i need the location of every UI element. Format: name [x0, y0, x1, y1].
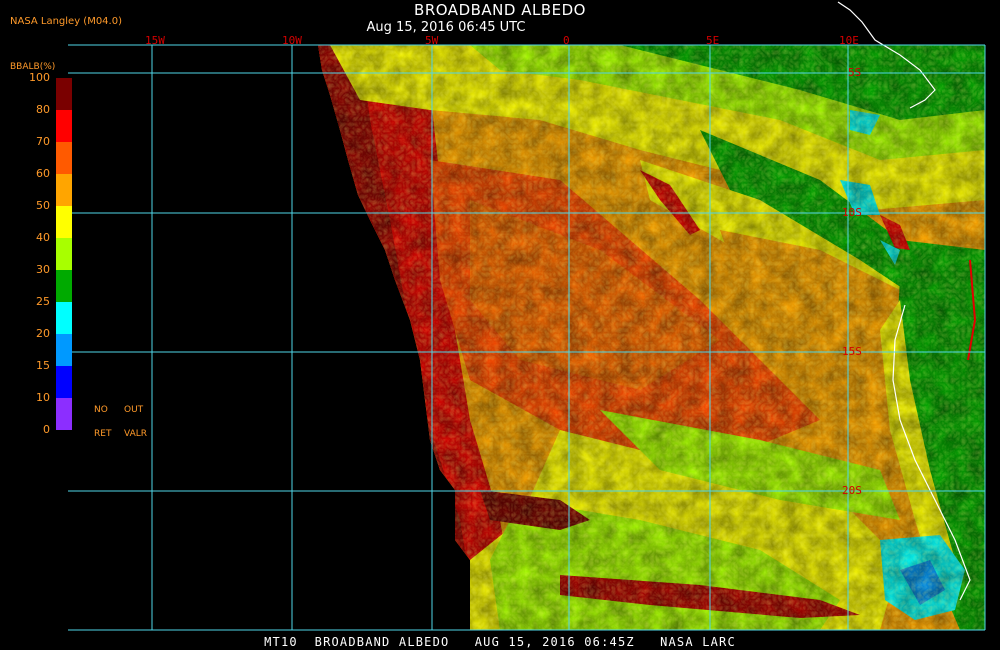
colorbar-segment	[56, 366, 72, 398]
no-retrieval-label-1: NO	[94, 405, 108, 415]
colorbar-segment	[56, 302, 72, 334]
colorbar-tick-label: 70	[36, 135, 50, 148]
no-retrieval-label-2: RET	[94, 429, 112, 439]
colorbar-tick-label: 40	[36, 231, 50, 244]
colorbar-segment	[56, 334, 72, 366]
colorbar-tick-label: 15	[36, 359, 50, 372]
colorbar-tick-label: 0	[43, 423, 50, 436]
lon-label-5e: 5E	[706, 34, 720, 47]
colorbar-tick-label: 50	[36, 199, 50, 212]
lat-label-5s: 5S	[848, 66, 862, 79]
colorbar-tick-label: 30	[36, 263, 50, 276]
colorbar-segment	[56, 142, 72, 174]
colorbar-tick-label: 20	[36, 327, 50, 340]
out-of-range-label-2: VALR	[124, 429, 148, 439]
lat-label-20s: 20S	[842, 484, 862, 497]
colorbar	[56, 78, 72, 430]
lon-label-5w: 5W	[425, 34, 439, 47]
lat-label-15s: 15S	[842, 345, 862, 358]
colorbar-segment	[56, 174, 72, 206]
footer-caption: MT10 BROADBAND ALBEDO AUG 15, 2016 06:45…	[264, 635, 736, 649]
colorbar-tick-label: 100	[29, 71, 50, 84]
lon-label-10w: 10W	[282, 34, 302, 47]
colorbar-segment	[56, 270, 72, 302]
albedo-map	[68, 1, 986, 631]
colorbar-segment	[56, 78, 72, 110]
colorbar-segment	[56, 206, 72, 238]
colorbar-tick-label: 80	[36, 103, 50, 116]
out-of-range-label-1: OUT	[124, 405, 144, 415]
lon-label-15w: 15W	[145, 34, 165, 47]
colorbar-tick-label: 60	[36, 167, 50, 180]
colorbar-tick-label: 25	[36, 295, 50, 308]
colorbar-segment	[56, 238, 72, 270]
map-timestamp: Aug 15, 2016 06:45 UTC	[366, 20, 526, 35]
colorbar-tick-label: 10	[36, 391, 50, 404]
lat-label-10s: 10S	[842, 206, 862, 219]
provider-label: NASA Langley (M04.0)	[10, 16, 122, 27]
colorbar-segment	[56, 110, 72, 142]
lon-label-10e: 10E	[839, 34, 859, 47]
lon-label-0: 0	[563, 34, 570, 47]
colorbar-segment	[56, 398, 72, 430]
map-title: BROADBAND ALBEDO	[414, 1, 586, 19]
